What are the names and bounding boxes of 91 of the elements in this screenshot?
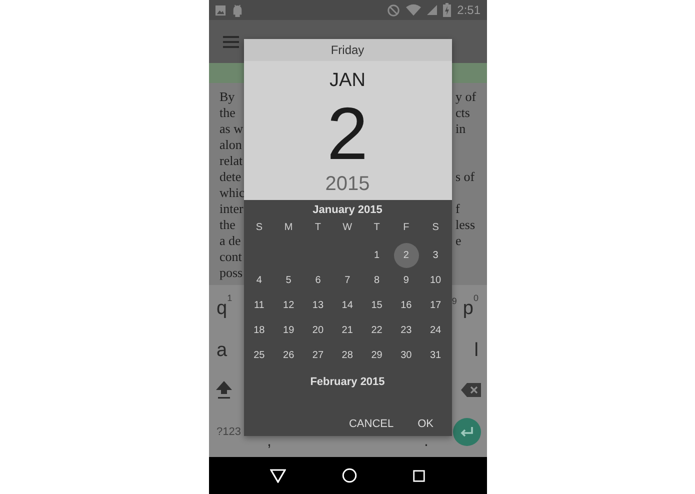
year-text[interactable]: 2015 xyxy=(325,172,370,196)
day-button[interactable]: 12 xyxy=(276,293,302,318)
text-fragment: alon xyxy=(220,137,242,153)
day-button[interactable]: 15 xyxy=(364,293,390,318)
text-fragment: poss xyxy=(220,265,243,281)
day-text: 2 xyxy=(326,96,368,172)
weekday-label: M xyxy=(283,220,294,234)
dialog-button[interactable]: OK xyxy=(410,412,442,436)
back-icon[interactable] xyxy=(270,468,286,482)
text-fragment: y of xyxy=(456,89,478,105)
day-button[interactable]: 21 xyxy=(334,318,360,343)
day-button[interactable]: 8 xyxy=(364,268,390,293)
text-fragment: as w xyxy=(220,121,243,137)
key-label: ?123 xyxy=(216,425,241,440)
day-button[interactable]: 5 xyxy=(276,268,302,293)
day-button[interactable]: 17 xyxy=(423,293,448,318)
home-icon[interactable] xyxy=(342,468,357,483)
status-time: 2:51 xyxy=(457,3,480,17)
text-fragment: s of xyxy=(456,169,476,185)
day-button[interactable]: 29 xyxy=(364,343,390,368)
day-button[interactable]: 26 xyxy=(276,343,302,368)
key-label: . xyxy=(424,435,428,449)
weekday-label: T xyxy=(372,220,381,234)
key[interactable]: a xyxy=(214,334,230,362)
text-fragment: By xyxy=(220,89,235,105)
day-button[interactable]: 22 xyxy=(364,318,390,343)
day-button[interactable]: 6 xyxy=(305,268,330,293)
day-button[interactable]: 2 xyxy=(394,243,419,268)
text-fragment: dete xyxy=(220,169,242,185)
day-button[interactable]: 9 xyxy=(394,268,419,293)
text-fragment: cont xyxy=(220,249,242,265)
day-button[interactable]: 28 xyxy=(334,343,360,368)
weekday-label: S xyxy=(254,220,264,234)
android-icon xyxy=(232,4,242,16)
dialog-button[interactable]: CANCEL xyxy=(340,412,402,436)
weekday-header: Friday xyxy=(244,39,452,61)
weekday-label: W xyxy=(342,220,354,234)
day-button[interactable]: 18 xyxy=(246,318,272,343)
do-not-disturb-icon xyxy=(387,4,400,16)
weekday-label: S xyxy=(431,220,440,234)
day-button[interactable]: 14 xyxy=(334,293,360,318)
text-fragment: the xyxy=(220,217,236,233)
day-button[interactable]: 25 xyxy=(246,343,272,368)
text-fragment: whic xyxy=(220,185,245,201)
enter-icon[interactable] xyxy=(452,418,480,446)
battery-charging-icon xyxy=(443,3,452,17)
key-hint: 0 xyxy=(473,292,478,302)
text-fragment: the xyxy=(220,105,236,121)
backspace-icon[interactable] xyxy=(460,383,480,397)
image-icon xyxy=(214,4,226,16)
month-title: January 2015 xyxy=(312,204,384,216)
day-button[interactable]: 20 xyxy=(305,318,330,343)
day-button[interactable]: 16 xyxy=(394,293,419,318)
day-button[interactable]: 24 xyxy=(423,318,448,343)
day-button[interactable]: 10 xyxy=(423,268,448,293)
month-text: JAN xyxy=(330,70,366,92)
shift-icon[interactable] xyxy=(214,380,232,400)
wifi-icon xyxy=(406,4,422,16)
key-label: p xyxy=(462,298,474,320)
day-button[interactable]: 1 xyxy=(364,243,390,268)
text-fragment: relat xyxy=(220,153,243,169)
weekday-label: T xyxy=(314,220,322,234)
text-fragment: f xyxy=(456,201,461,217)
day-button[interactable]: 3 xyxy=(423,243,448,268)
month-title: February 2015 xyxy=(309,376,386,388)
text-fragment: less xyxy=(456,217,476,233)
recents-icon[interactable] xyxy=(412,470,425,482)
day-button[interactable]: 13 xyxy=(305,293,330,318)
text-fragment: cts xyxy=(456,105,471,121)
key[interactable]: l xyxy=(472,334,480,362)
key-label: a xyxy=(216,340,228,362)
day-button[interactable]: 23 xyxy=(394,318,419,343)
weekday-label: F xyxy=(402,220,410,234)
signal-icon xyxy=(427,4,438,16)
text-fragment: a de xyxy=(220,233,241,249)
day-button[interactable]: 4 xyxy=(246,268,272,293)
day-button[interactable]: 27 xyxy=(305,343,330,368)
day-button[interactable]: 31 xyxy=(423,343,448,368)
day-button[interactable]: 11 xyxy=(246,293,272,318)
day-button[interactable]: 7 xyxy=(334,268,360,293)
menu-icon[interactable] xyxy=(222,36,238,48)
text-fragment: in xyxy=(456,121,467,137)
key-label: q xyxy=(216,298,228,320)
key-label: l xyxy=(474,340,478,362)
text-fragment: e xyxy=(456,233,462,249)
day-button[interactable]: 19 xyxy=(276,318,302,343)
key-hint: 1 xyxy=(227,292,232,302)
key-label: , xyxy=(266,435,272,449)
day-button[interactable]: 30 xyxy=(394,343,419,368)
key-hint: 9 xyxy=(452,296,457,306)
text-fragment: inter xyxy=(220,201,244,217)
